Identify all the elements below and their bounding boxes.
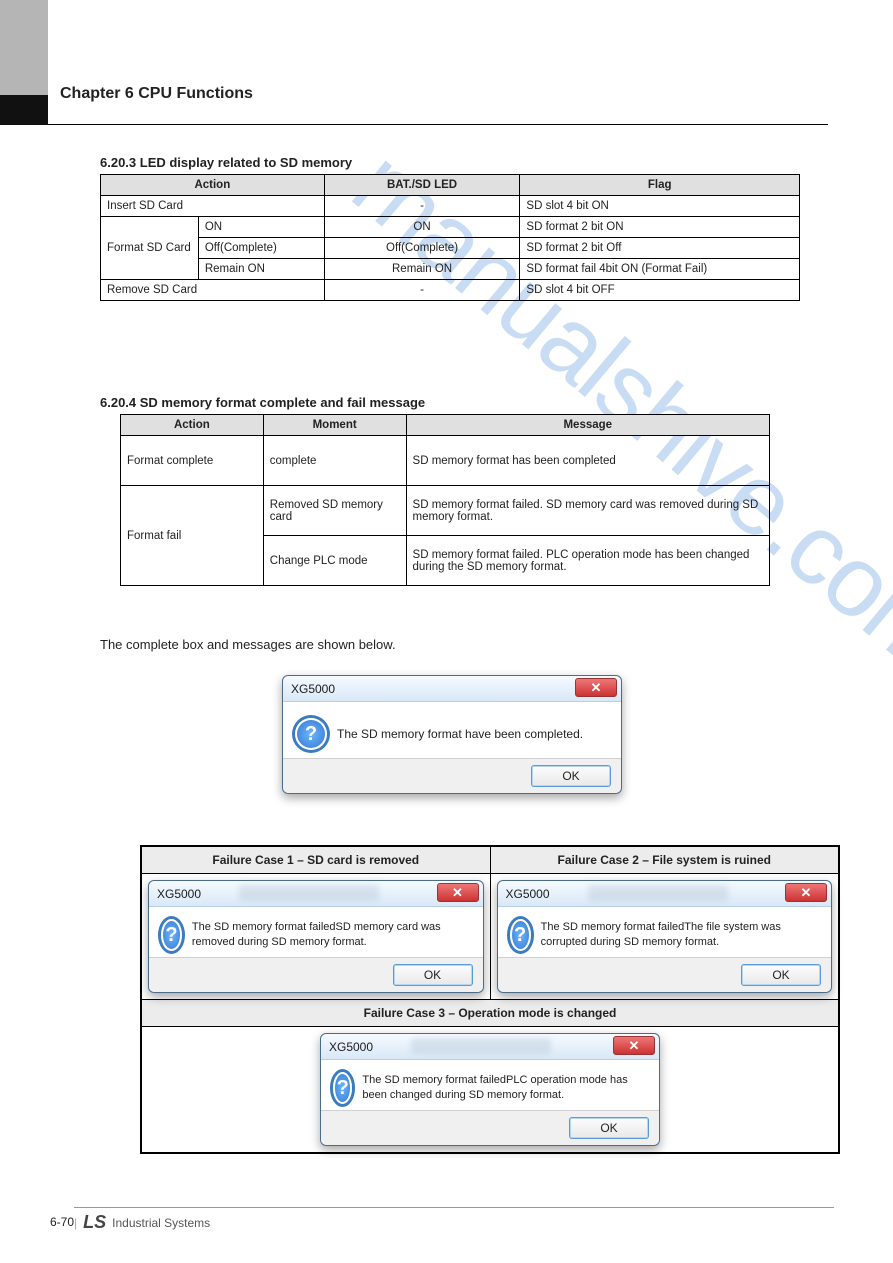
- dialog-complete: XG5000 ✕ ? The SD memory format have bee…: [282, 675, 622, 794]
- dialog-title-text: XG5000: [157, 887, 201, 901]
- cell: -: [324, 196, 520, 217]
- dialog-fail-3: XG5000 ✕ ? The SD memory format failedPL…: [320, 1033, 660, 1146]
- cell: Format complete: [121, 436, 264, 486]
- th-action: Action: [121, 415, 264, 436]
- cell: Format SD Card: [101, 217, 199, 280]
- th-message: Message: [406, 415, 769, 436]
- cell: Off(Complete): [324, 238, 520, 259]
- fail-header-1: Failure Case 1 – SD card is removed: [142, 847, 491, 874]
- dialog-title: XG5000 ✕: [498, 881, 832, 907]
- cell: SD slot 4 bit ON: [520, 196, 800, 217]
- cell: Format fail: [121, 486, 264, 586]
- cell: SD memory format has been completed: [406, 436, 769, 486]
- question-icon: ?: [295, 718, 327, 750]
- cell: SD format 2 bit Off: [520, 238, 800, 259]
- ok-button[interactable]: OK: [393, 964, 473, 986]
- th-action: Action: [101, 175, 325, 196]
- dialog-title: XG5000 ✕: [283, 676, 621, 702]
- paragraph: The complete box and messages are shown …: [100, 635, 800, 655]
- page-number: 6-70: [50, 1215, 74, 1229]
- failure-grid: Failure Case 1 – SD card is removed Fail…: [140, 845, 840, 1154]
- cell: Off(Complete): [198, 238, 324, 259]
- ok-button[interactable]: OK: [569, 1117, 649, 1139]
- led-table: Action BAT./SD LED Flag Insert SD Card -…: [100, 174, 800, 301]
- cell: SD format fail 4bit ON (Format Fail): [520, 259, 800, 280]
- dialog-message: The SD memory format failedSD memory car…: [192, 920, 471, 950]
- dialog-title-text: XG5000: [506, 887, 550, 901]
- dialog-title: XG5000 ✕: [321, 1034, 659, 1060]
- cell: Insert SD Card: [101, 196, 325, 217]
- th-flag: Flag: [520, 175, 800, 196]
- logo-subtext: Industrial Systems: [112, 1216, 210, 1230]
- close-icon[interactable]: ✕: [613, 1036, 655, 1055]
- dialog-message: The SD memory format have been completed…: [337, 726, 583, 742]
- cell: ON: [198, 217, 324, 238]
- question-icon: ?: [333, 1072, 352, 1104]
- dialog-message: The SD memory format failedPLC operation…: [362, 1073, 647, 1103]
- dialog-title-text: XG5000: [329, 1040, 373, 1054]
- cell: SD memory format failed. SD memory card …: [406, 486, 769, 536]
- question-icon: ?: [161, 919, 182, 951]
- cell: Remain ON: [324, 259, 520, 280]
- dialog-message: The SD memory format failedThe file syst…: [541, 920, 819, 950]
- close-icon[interactable]: ✕: [437, 883, 479, 902]
- message-table: Action Moment Message Format complete co…: [120, 414, 770, 586]
- dialog-fail-2: XG5000 ✕ ? The SD memory format failedTh…: [497, 880, 833, 993]
- fail-header-3: Failure Case 3 – Operation mode is chang…: [142, 1000, 839, 1027]
- cell: SD memory format failed. PLC operation m…: [406, 536, 769, 586]
- section-6-20-3-title: 6.20.3 LED display related to SD memory: [100, 155, 800, 170]
- cell: Remain ON: [198, 259, 324, 280]
- page-title: Chapter 6 CPU Functions: [60, 85, 253, 103]
- ok-button[interactable]: OK: [741, 964, 821, 986]
- section-6-20-4-title: 6.20.4 SD memory format complete and fai…: [100, 395, 770, 410]
- footer-logo: | LS Industrial Systems: [74, 1212, 210, 1233]
- dialog-fail-1: XG5000 ✕ ? The SD memory format failedSD…: [148, 880, 484, 993]
- cell: ON: [324, 217, 520, 238]
- cell: complete: [263, 436, 406, 486]
- th-moment: Moment: [263, 415, 406, 436]
- ok-button[interactable]: OK: [531, 765, 611, 787]
- close-icon[interactable]: ✕: [785, 883, 827, 902]
- th-led: BAT./SD LED: [324, 175, 520, 196]
- cell: SD slot 4 bit OFF: [520, 280, 800, 301]
- cell: Change PLC mode: [263, 536, 406, 586]
- close-icon[interactable]: ✕: [575, 678, 617, 697]
- dialog-title-text: XG5000: [291, 682, 335, 696]
- cell: SD format 2 bit ON: [520, 217, 800, 238]
- fail-header-2: Failure Case 2 – File system is ruined: [490, 847, 839, 874]
- cell: Removed SD memory card: [263, 486, 406, 536]
- cell: -: [324, 280, 520, 301]
- logo-text: LS: [83, 1212, 106, 1233]
- dialog-title: XG5000 ✕: [149, 881, 483, 907]
- question-icon: ?: [510, 919, 531, 951]
- cell: Remove SD Card: [101, 280, 325, 301]
